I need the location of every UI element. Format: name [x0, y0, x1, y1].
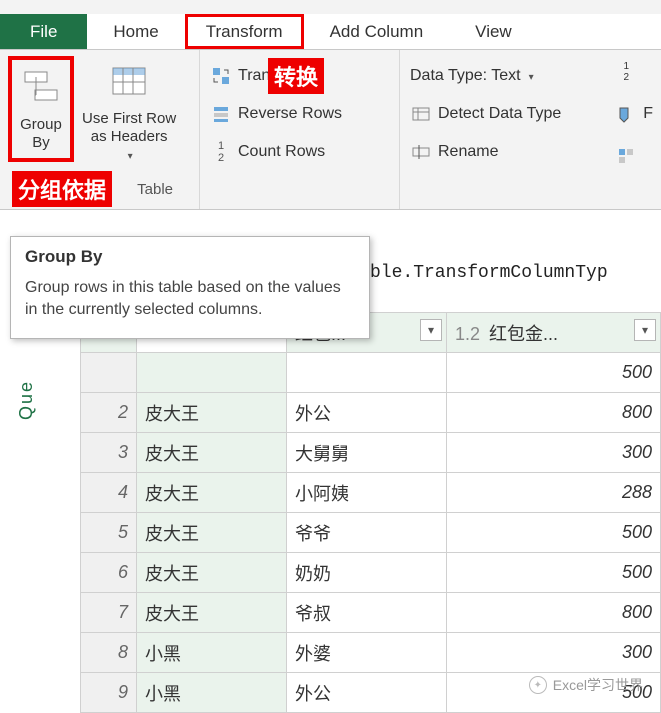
table-row[interactable]: 3皮大王大舅舅300 — [81, 433, 661, 473]
row-number[interactable]: 8 — [81, 633, 137, 673]
cell-relation[interactable]: 小阿姨 — [287, 473, 447, 513]
dropdown-arrow-icon — [126, 146, 133, 164]
formula-bar[interactable]: ble.TransformColumnTyp — [370, 263, 661, 293]
column-dropdown-icon[interactable]: ▾ — [420, 319, 442, 341]
cell-amount[interactable]: 800 — [447, 393, 661, 433]
watermark: ✦ Excel学习世界 — [529, 675, 643, 695]
fill-button[interactable]: F — [611, 98, 657, 130]
table-row[interactable]: 7皮大王爷叔800 — [81, 593, 661, 633]
count-rows-button[interactable]: 12 Count Rows — [206, 136, 393, 168]
cell-amount[interactable]: 500 — [447, 553, 661, 593]
group-by-tooltip: Group By Group rows in this table based … — [10, 236, 370, 339]
group-by-icon — [18, 64, 64, 110]
cell-relation[interactable]: 外公 — [287, 673, 447, 713]
cell-relation[interactable]: 外公 — [287, 393, 447, 433]
data-grid[interactable]: 红包... ▾ 1.2 红包金... ▾ 500 2皮大王外公8003皮大王大舅… — [80, 312, 661, 713]
rename-label: Rename — [438, 143, 498, 161]
cell-relation[interactable]: 大舅舅 — [287, 433, 447, 473]
cell-name[interactable]: 皮大王 — [137, 513, 287, 553]
column-dropdown-icon[interactable]: ▾ — [634, 319, 656, 341]
column-header-amount[interactable]: 1.2 红包金... ▾ — [447, 313, 661, 353]
cell-name[interactable]: 皮大王 — [137, 593, 287, 633]
data-grid-area: 红包... ▾ 1.2 红包金... ▾ 500 2皮大王外公8003皮大王大舅… — [80, 312, 661, 711]
annotation-transform-cn: 转换 — [268, 58, 324, 94]
replace-icon: 12 — [615, 61, 637, 83]
row-number[interactable]: 4 — [81, 473, 137, 513]
ribbon-group-table-label: Table — [137, 181, 173, 198]
cell-name[interactable]: 皮大王 — [137, 393, 287, 433]
tab-view[interactable]: View — [449, 14, 538, 49]
tooltip-title: Group By — [25, 247, 355, 267]
reverse-rows-button[interactable]: Reverse Rows — [206, 98, 393, 130]
cell-amount[interactable]: 800 — [447, 593, 661, 633]
cell-name[interactable]: 皮大王 — [137, 553, 287, 593]
table-row[interactable]: 5皮大王爷爷500 — [81, 513, 661, 553]
use-first-row-button[interactable]: Use First Row as Headers — [76, 54, 182, 164]
replace-values-button[interactable]: 12 — [611, 56, 657, 88]
row-number[interactable]: 3 — [81, 433, 137, 473]
detect-label: Detect Data Type — [438, 105, 561, 123]
cell-amount[interactable]: 300 — [447, 633, 661, 673]
table-row[interactable]: 500 — [81, 353, 661, 393]
group-by-button[interactable]: Group By — [8, 56, 74, 162]
cell-amount[interactable]: 288 — [447, 473, 661, 513]
count-rows-label: Count Rows — [238, 143, 325, 161]
row-number[interactable]: 2 — [81, 393, 137, 433]
transpose-icon — [210, 65, 232, 87]
partial-label: F — [643, 105, 653, 123]
tab-home[interactable]: Home — [87, 14, 184, 49]
table-row[interactable]: 4皮大王小阿姨288 — [81, 473, 661, 513]
cell-amount[interactable]: 300 — [447, 433, 661, 473]
count-rows-icon: 12 — [210, 141, 232, 163]
cell-relation[interactable]: 爷爷 — [287, 513, 447, 553]
wechat-icon: ✦ — [529, 676, 547, 694]
cell-relation[interactable]: 奶奶 — [287, 553, 447, 593]
cell-amount[interactable]: 500 — [447, 513, 661, 553]
group-by-label: Group By — [20, 116, 62, 152]
cell-name[interactable]: 小黑 — [137, 673, 287, 713]
queries-pane-collapsed[interactable]: Que — [16, 380, 37, 420]
reverse-rows-icon — [210, 103, 232, 125]
tab-transform[interactable]: Transform — [185, 14, 304, 49]
detect-icon — [410, 103, 432, 125]
tab-file[interactable]: File — [0, 14, 87, 49]
cell-name[interactable]: 小黑 — [137, 633, 287, 673]
dropdown-arrow-icon — [527, 67, 534, 85]
cell-relation[interactable]: 爷叔 — [287, 593, 447, 633]
cell-name[interactable]: 皮大王 — [137, 473, 287, 513]
row-number[interactable]: 6 — [81, 553, 137, 593]
row-number[interactable]: 7 — [81, 593, 137, 633]
pivot-button[interactable] — [611, 140, 657, 172]
cell-name[interactable]: 皮大王 — [137, 433, 287, 473]
row-number[interactable]: 9 — [81, 673, 137, 713]
data-type-label: Data Type: Text — [410, 67, 521, 85]
annotation-groupby-cn: 分组依据 — [12, 171, 112, 207]
table-row[interactable]: 2皮大王外公800 — [81, 393, 661, 433]
row-number[interactable]: 5 — [81, 513, 137, 553]
table-headers-icon — [106, 58, 152, 104]
ribbon-body: Group By Use First Row as Headers 分组依据 T… — [0, 50, 661, 210]
reverse-rows-label: Reverse Rows — [238, 105, 342, 123]
ribbon-tabs: File Home Transform Add Column View — [0, 14, 661, 50]
tooltip-body: Group rows in this table based on the va… — [25, 277, 355, 320]
fill-icon — [615, 103, 637, 125]
cell-relation[interactable]: 外婆 — [287, 633, 447, 673]
rename-icon — [410, 141, 432, 163]
tab-addcolumn[interactable]: Add Column — [304, 14, 450, 49]
table-row[interactable]: 6皮大王奶奶500 — [81, 553, 661, 593]
table-row[interactable]: 8小黑外婆300 — [81, 633, 661, 673]
pivot-icon — [615, 145, 637, 167]
use-first-row-label: Use First Row as Headers — [82, 110, 176, 146]
